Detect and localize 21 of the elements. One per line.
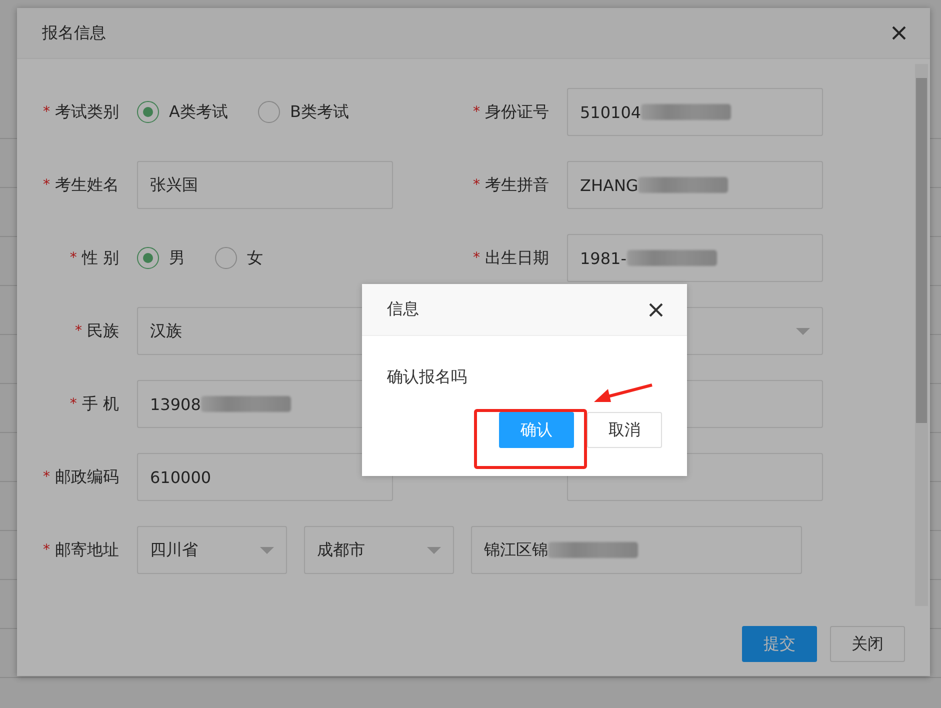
field-label: 考生姓名 [55, 174, 119, 196]
field-label: 性 别 [82, 248, 119, 268]
required-mark: * [75, 323, 82, 339]
required-mark: * [70, 396, 77, 412]
required-mark: * [43, 542, 50, 558]
required-mark: * [43, 104, 50, 120]
field-label: 邮寄地址 [55, 540, 119, 560]
required-mark: * [473, 250, 480, 266]
field-label: 手 机 [82, 394, 119, 414]
required-mark: * [473, 177, 480, 193]
field-label: 邮政编码 [55, 466, 119, 488]
dialog-title: 报名信息 [42, 22, 106, 44]
field-label: 考生拼音 [485, 174, 549, 196]
required-mark: * [43, 469, 50, 485]
field-label: 出生日期 [485, 248, 549, 268]
required-mark: * [70, 250, 77, 266]
required-mark: * [473, 104, 480, 120]
field-label: 民族 [87, 320, 119, 342]
field-label: 身份证号 [485, 102, 549, 122]
field-label: 考试类别 [55, 102, 119, 122]
required-mark: * [43, 177, 50, 193]
